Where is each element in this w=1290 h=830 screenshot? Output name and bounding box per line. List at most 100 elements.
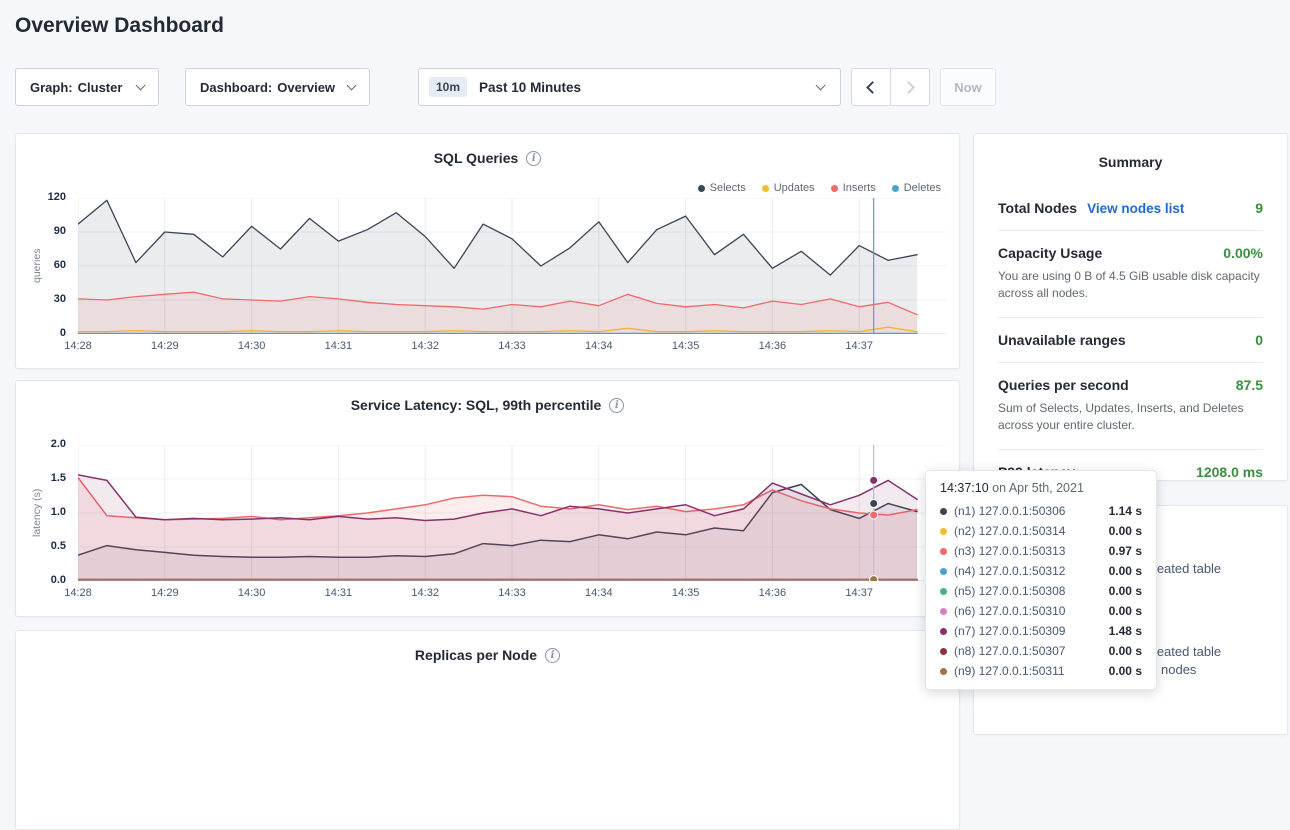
series-dot <box>940 508 947 515</box>
info-icon[interactable]: i <box>526 151 541 166</box>
series-dot <box>940 608 947 615</box>
tooltip-node-value: 0.00 s <box>1100 644 1142 658</box>
time-next-button[interactable] <box>890 68 930 106</box>
event-item-text: created table <box>1146 644 1221 659</box>
tooltip-row: (n2) 127.0.0.1:503140.00 s <box>940 521 1142 541</box>
chart-title-text: Replicas per Node <box>415 647 537 663</box>
tooltip-date: on Apr 5th, 2021 <box>992 481 1084 495</box>
x-axis-tick-label: 14:33 <box>494 587 530 599</box>
tooltip-node-label: (n8) 127.0.0.1:50307 <box>954 644 1100 658</box>
chart-plot[interactable] <box>78 198 946 334</box>
y-axis-tick-label: 90 <box>16 225 66 237</box>
chart-title: SQL Queries i <box>16 150 959 166</box>
tooltip-rows: (n1) 127.0.0.1:503061.14 s(n2) 127.0.0.1… <box>940 501 1142 681</box>
tooltip-node-value: 0.97 s <box>1100 544 1142 558</box>
time-range-label: Past 10 Minutes <box>479 80 581 95</box>
legend-series-label: Deletes <box>904 182 941 194</box>
legend-series-label: Selects <box>710 182 746 194</box>
x-axis-tick-label: 14:30 <box>234 587 270 599</box>
tooltip-node-value: 0.00 s <box>1100 584 1142 598</box>
time-prev-button[interactable] <box>851 68 891 106</box>
tooltip-node-value: 1.14 s <box>1100 504 1142 518</box>
summary-row-capacity: Capacity Usage 0.00% You are using 0 B o… <box>998 231 1263 318</box>
chevron-left-icon <box>866 81 879 94</box>
x-axis-tick-label: 14:37 <box>841 587 877 599</box>
controls-bar: Graph: Cluster Dashboard: Overview 10m P… <box>15 68 996 106</box>
time-preset-badge: 10m <box>429 77 467 97</box>
tooltip-node-label: (n6) 127.0.0.1:50310 <box>954 604 1100 618</box>
legend-item[interactable]: Selects <box>698 182 746 194</box>
series-dot <box>940 648 947 655</box>
y-axis-tick-label: 0.0 <box>16 574 66 586</box>
chevron-down-icon <box>136 80 146 90</box>
x-axis-tick-label: 14:28 <box>60 587 96 599</box>
time-range-dropdown[interactable]: 10m Past 10 Minutes <box>418 68 841 106</box>
series-dot <box>940 668 947 675</box>
time-shift-button-group <box>851 68 930 106</box>
graph-scope-label: Graph: <box>30 80 73 95</box>
x-axis-tick-label: 14:35 <box>668 340 704 352</box>
capacity-usage-description: You are using 0 B of 4.5 GiB usable disk… <box>998 268 1263 303</box>
tooltip-node-label: (n9) 127.0.0.1:50311 <box>954 664 1100 678</box>
tooltip-timestamp: 14:37:10 on Apr 5th, 2021 <box>940 481 1142 495</box>
tooltip-node-label: (n2) 127.0.0.1:50314 <box>954 524 1100 538</box>
legend-series-dot <box>762 185 769 192</box>
event-item-text: nodes <box>1161 662 1196 677</box>
chevron-down-icon <box>347 80 357 90</box>
chart-title: Service Latency: SQL, 99th percentile i <box>16 397 959 413</box>
y-axis-ticks: 0306090120 <box>16 198 66 334</box>
legend-series-label: Inserts <box>843 182 876 194</box>
tooltip-node-label: (n5) 127.0.0.1:50308 <box>954 584 1100 598</box>
dashboard-dropdown[interactable]: Dashboard: Overview <box>185 68 370 106</box>
chevron-down-icon <box>816 80 826 90</box>
x-axis-ticks: 14:2814:2914:3014:3114:3214:3314:3414:35… <box>78 587 946 603</box>
x-axis-tick-label: 14:37 <box>841 340 877 352</box>
legend-item[interactable]: Inserts <box>831 182 876 194</box>
x-axis-tick-label: 14:30 <box>234 340 270 352</box>
qps-description: Sum of Selects, Updates, Inserts, and De… <box>998 400 1263 435</box>
tooltip-node-value: 0.00 s <box>1100 564 1142 578</box>
sql-queries-chart-card: SQL Queries i Selects Updates Inserts Delet… <box>15 133 960 369</box>
x-axis-tick-label: 14:32 <box>407 340 443 352</box>
tooltip-node-value: 0.00 s <box>1100 664 1142 678</box>
chart-plot[interactable] <box>78 445 946 581</box>
chart-canvas <box>78 198 946 334</box>
tooltip-row: (n5) 127.0.0.1:503080.00 s <box>940 581 1142 601</box>
tooltip-row: (n8) 127.0.0.1:503070.00 s <box>940 641 1142 661</box>
chart-legend: Selects Updates Inserts Deletes <box>698 182 941 194</box>
x-axis-tick-label: 14:35 <box>668 587 704 599</box>
x-axis-ticks: 14:2814:2914:3014:3114:3214:3314:3414:35… <box>78 340 946 356</box>
x-axis-tick-label: 14:34 <box>581 340 617 352</box>
info-icon[interactable]: i <box>545 648 560 663</box>
x-axis-tick-label: 14:34 <box>581 587 617 599</box>
x-axis-tick-label: 14:31 <box>320 340 356 352</box>
latency-chart-card: Service Latency: SQL, 99th percentile i … <box>15 380 960 617</box>
info-icon[interactable]: i <box>609 398 624 413</box>
y-axis-tick-label: 0.5 <box>16 540 66 552</box>
chevron-right-icon <box>902 81 915 94</box>
summary-row-qps: Queries per second 87.5 Sum of Selects, … <box>998 363 1263 450</box>
y-axis-tick-label: 1.0 <box>16 506 66 518</box>
tooltip-time: 14:37:10 <box>940 481 989 495</box>
view-nodes-list-link[interactable]: View nodes list <box>1087 201 1184 216</box>
y-axis-ticks: 0.00.51.01.52.0 <box>16 445 66 581</box>
x-axis-tick-label: 14:32 <box>407 587 443 599</box>
total-nodes-value: 9 <box>1255 200 1263 216</box>
page-title: Overview Dashboard <box>15 14 224 38</box>
y-axis-tick-label: 0 <box>16 327 66 339</box>
series-dot <box>940 528 947 535</box>
now-button[interactable]: Now <box>940 68 996 106</box>
summary-title: Summary <box>998 134 1263 186</box>
graph-scope-dropdown[interactable]: Graph: Cluster <box>15 68 159 106</box>
legend-series-dot <box>831 185 838 192</box>
tooltip-node-label: (n1) 127.0.0.1:50306 <box>954 504 1100 518</box>
series-dot <box>940 568 947 575</box>
unavailable-ranges-value: 0 <box>1255 332 1263 348</box>
y-axis-tick-label: 2.0 <box>16 438 66 450</box>
series-dot <box>940 548 947 555</box>
legend-item[interactable]: Deletes <box>892 182 941 194</box>
x-axis-tick-label: 14:36 <box>754 340 790 352</box>
tooltip-row: (n9) 127.0.0.1:503110.00 s <box>940 661 1142 681</box>
legend-item[interactable]: Updates <box>762 182 815 194</box>
x-axis-tick-label: 14:28 <box>60 340 96 352</box>
